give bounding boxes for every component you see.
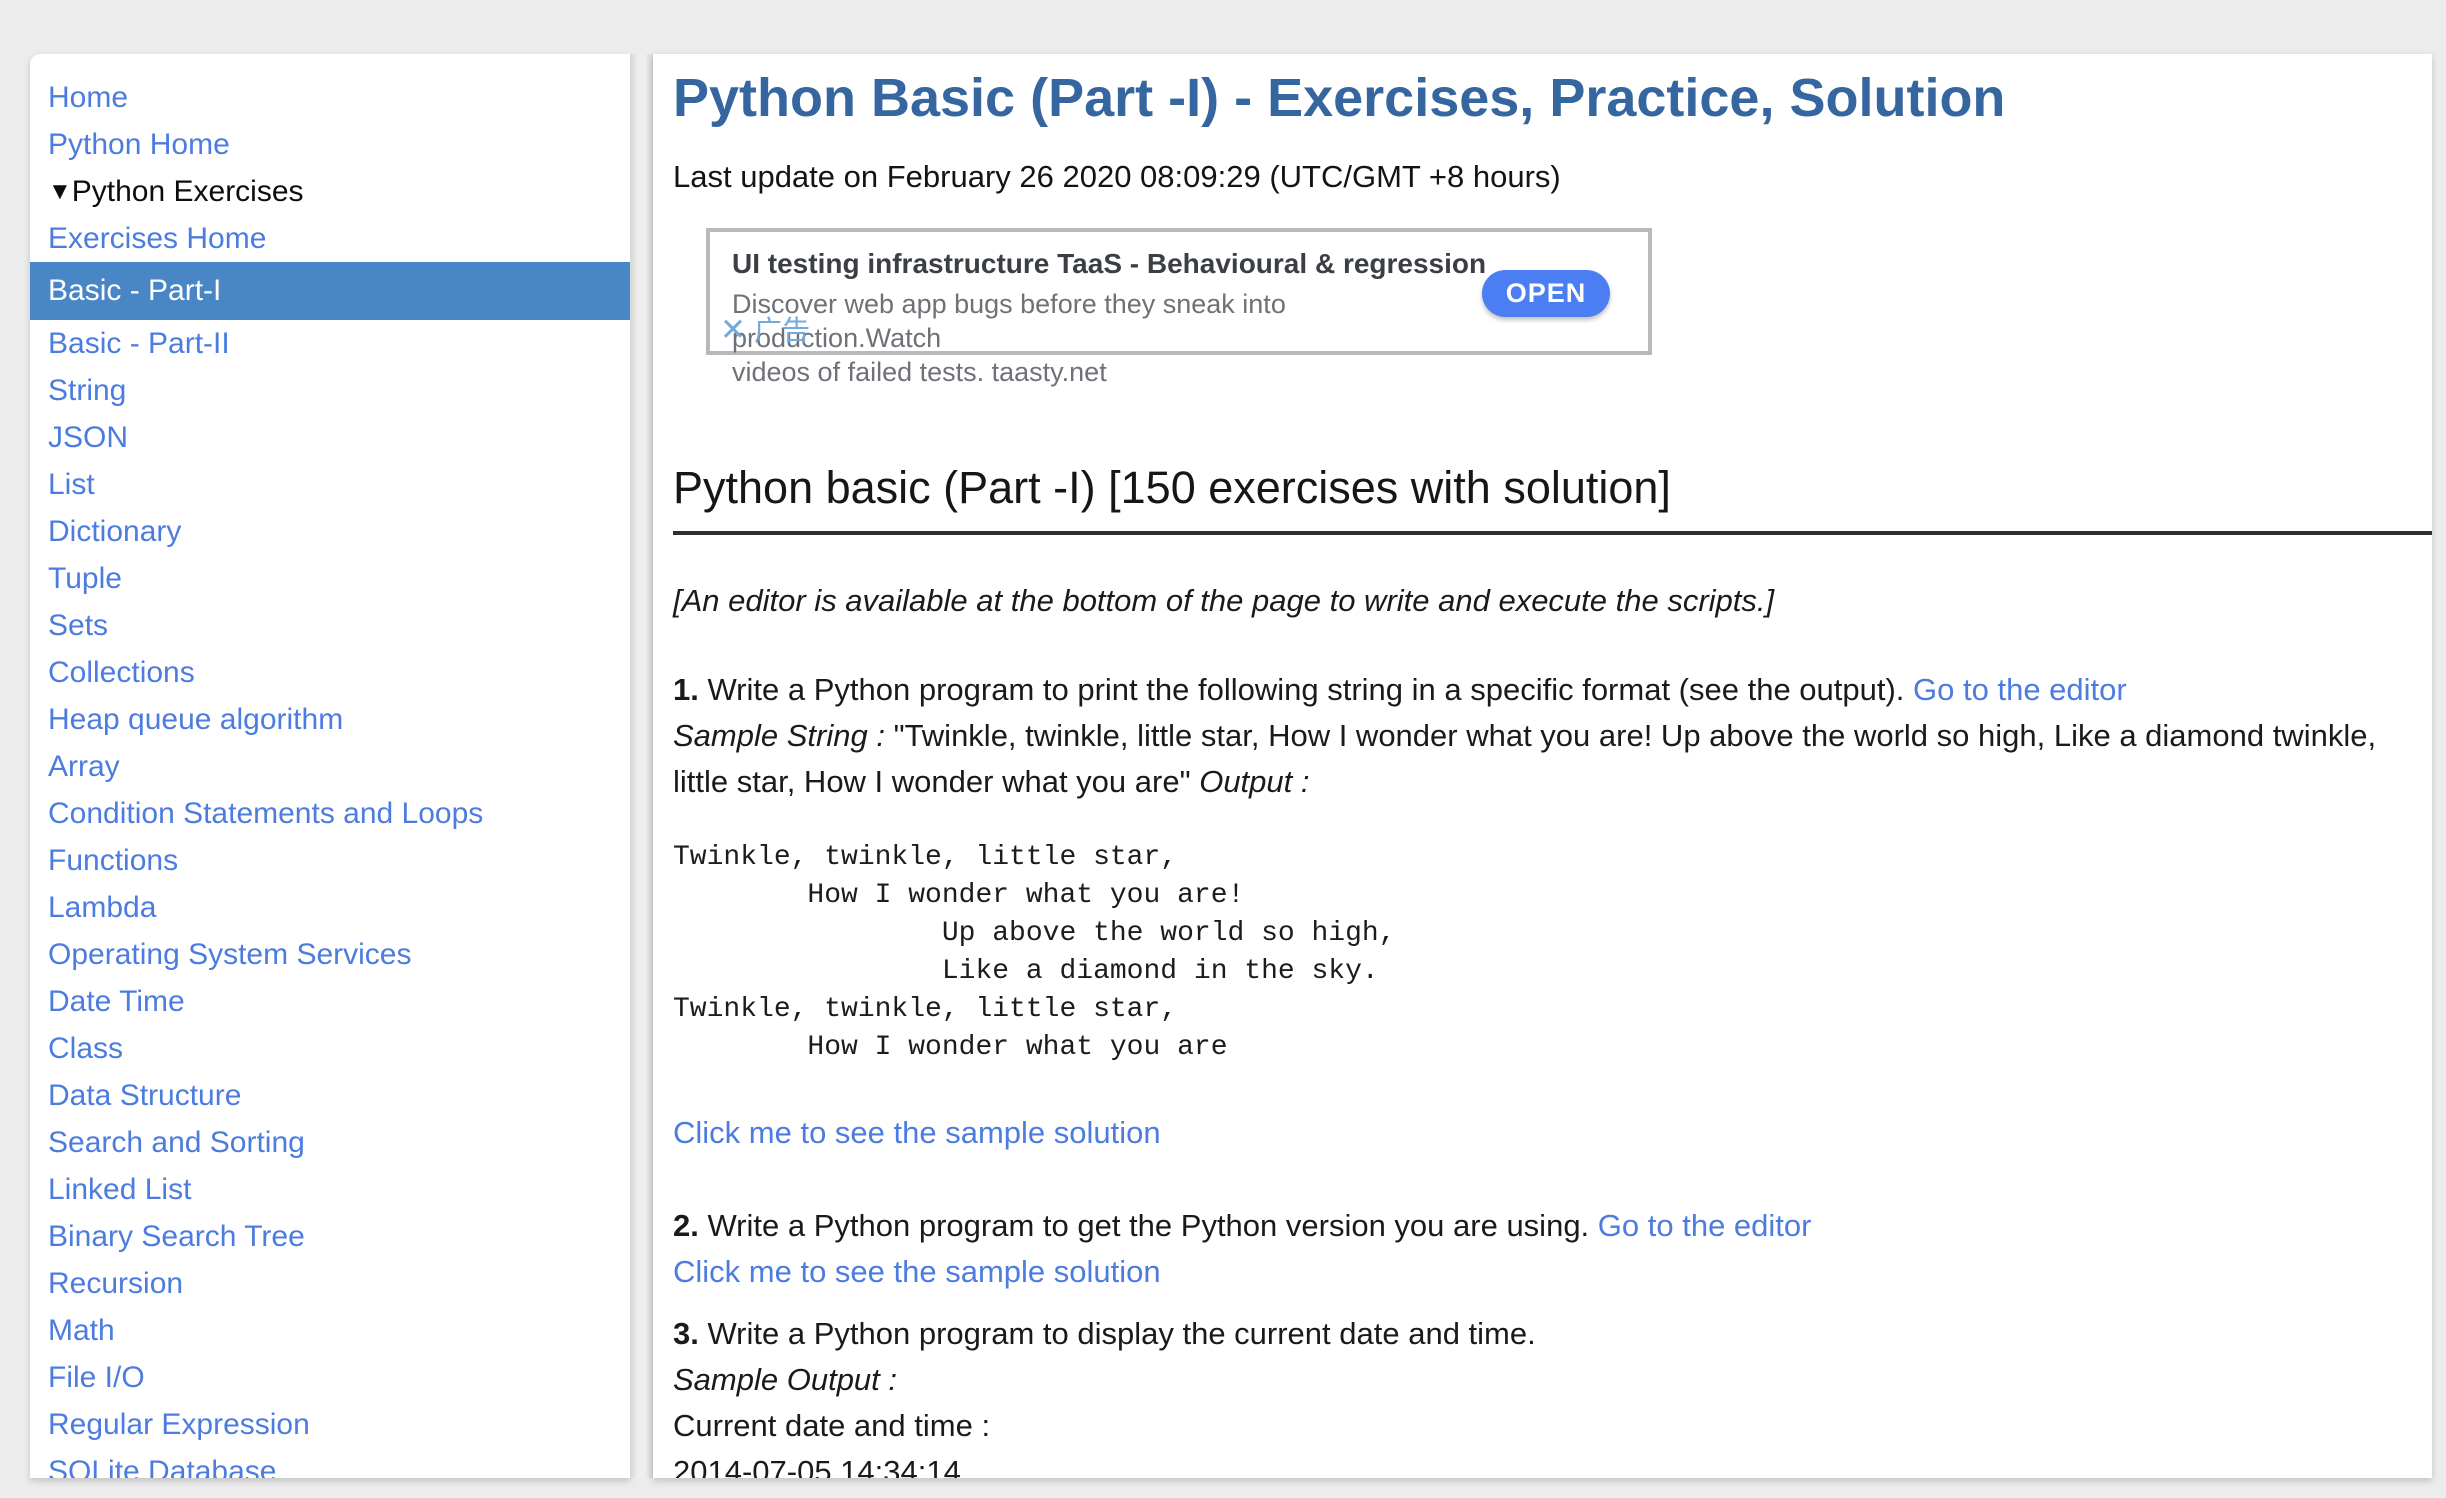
exercise-3-number: 3. xyxy=(673,1316,699,1351)
exercise-1-sample-label: Sample String : xyxy=(673,718,885,753)
sidebar-item-label: Python Exercises xyxy=(72,175,304,208)
collapse-arrow-icon: ▼ xyxy=(48,178,72,205)
sidebar-item-condition-statements-and-loops[interactable]: Condition Statements and Loops xyxy=(30,790,630,837)
ad-open-button[interactable]: OPEN xyxy=(1482,270,1610,317)
sidebar-item-label: File I/O xyxy=(48,1361,145,1394)
exercise-1-expected-output: Twinkle, twinkle, little star, How I won… xyxy=(673,839,2432,1067)
sidebar-item-heap-queue-algorithm[interactable]: Heap queue algorithm xyxy=(30,696,630,743)
sidebar-item-binary-search-tree[interactable]: Binary Search Tree xyxy=(30,1213,630,1260)
sidebar-item-label: Collections xyxy=(48,656,195,689)
sidebar-item-python-home[interactable]: Python Home xyxy=(30,121,630,168)
sidebar-item-label: Python Home xyxy=(48,128,230,161)
sidebar-item-collections[interactable]: Collections xyxy=(30,649,630,696)
sidebar-item-label: SQLite Database xyxy=(48,1455,276,1478)
sidebar-item-exercises-home[interactable]: Exercises Home xyxy=(30,215,630,262)
exercise-1-solution-row: Click me to see the sample solution xyxy=(673,1113,2432,1153)
sidebar-item-array[interactable]: Array xyxy=(30,743,630,790)
sidebar-item-label: Condition Statements and Loops xyxy=(48,797,483,830)
sidebar-item-label: Class xyxy=(48,1032,123,1065)
sidebar-section-python-exercises[interactable]: ▼Python Exercises xyxy=(30,168,630,215)
exercise-2-number: 2. xyxy=(673,1208,699,1243)
ad-badge[interactable]: ✕ 广告 xyxy=(720,309,810,349)
exercise-2-solution-link[interactable]: Click me to see the sample solution xyxy=(673,1254,1161,1289)
sidebar-item-recursion[interactable]: Recursion xyxy=(30,1260,630,1307)
sidebar-item-home[interactable]: Home xyxy=(30,74,630,121)
exercise-3-text: Write a Python program to display the cu… xyxy=(707,1316,1535,1351)
sidebar-item-sets[interactable]: Sets xyxy=(30,602,630,649)
sidebar-item-label: Binary Search Tree xyxy=(48,1220,305,1253)
exercise-1-sample-text: "Twinkle, twinkle, little star, How I wo… xyxy=(673,718,2376,799)
sidebar-item-date-time[interactable]: Date Time xyxy=(30,978,630,1025)
main-content: Python Basic (Part -I) - Exercises, Prac… xyxy=(653,54,2432,1478)
exercise-2-editor-link[interactable]: Go to the editor xyxy=(1598,1208,1812,1243)
exercise-1-text: Write a Python program to print the foll… xyxy=(707,672,1904,707)
sidebar-item-label: String xyxy=(48,374,126,407)
sidebar-item-dictionary[interactable]: Dictionary xyxy=(30,508,630,555)
sidebar-item-label: Date Time xyxy=(48,985,185,1018)
sidebar-item-lambda[interactable]: Lambda xyxy=(30,884,630,931)
sidebar-item-json[interactable]: JSON xyxy=(30,414,630,461)
exercise-2-text: Write a Python program to get the Python… xyxy=(707,1208,1589,1243)
sidebar-item-tuple[interactable]: Tuple xyxy=(30,555,630,602)
sidebar-item-math[interactable]: Math xyxy=(30,1307,630,1354)
sidebar-item-regular-expression[interactable]: Regular Expression xyxy=(30,1401,630,1448)
panel-divider xyxy=(630,54,653,1478)
sidebar-item-label: Operating System Services xyxy=(48,938,411,971)
exercise-1-output-label: Output : xyxy=(1199,764,1309,799)
sidebar-item-label: Recursion xyxy=(48,1267,183,1300)
exercise-1-editor-link[interactable]: Go to the editor xyxy=(1913,672,2127,707)
sidebar-item-data-structure[interactable]: Data Structure xyxy=(30,1072,630,1119)
exercise-3-output-line-2: 2014-07-05 14:34:14 xyxy=(673,1454,961,1478)
sidebar-item-label: Data Structure xyxy=(48,1079,241,1112)
sidebar-item-label: Regular Expression xyxy=(48,1408,310,1441)
sidebar: Home Python Home ▼Python Exercises Exerc… xyxy=(30,54,630,1478)
sidebar-item-label: Basic - Part-I xyxy=(48,274,221,307)
sidebar-item-label: Math xyxy=(48,1314,115,1347)
sidebar-item-operating-system-services[interactable]: Operating System Services xyxy=(30,931,630,978)
ad-close-icon[interactable]: ✕ xyxy=(720,312,746,347)
sidebar-item-file-i-o[interactable]: File I/O xyxy=(30,1354,630,1401)
sidebar-item-search-and-sorting[interactable]: Search and Sorting xyxy=(30,1119,630,1166)
sidebar-item-label: Tuple xyxy=(48,562,122,595)
section-heading: Python basic (Part -I) [150 exercises wi… xyxy=(673,463,2432,513)
exercise-1: 1. Write a Python program to print the f… xyxy=(673,667,2432,805)
sidebar-item-label: List xyxy=(48,468,95,501)
sidebar-item-sqlite-database[interactable]: SQLite Database xyxy=(30,1448,630,1478)
exercise-1-solution-link[interactable]: Click me to see the sample solution xyxy=(673,1115,1161,1150)
last-update-text: Last update on February 26 2020 08:09:29… xyxy=(673,158,2432,196)
sidebar-item-label: Lambda xyxy=(48,891,156,924)
sidebar-item-label: Linked List xyxy=(48,1173,191,1206)
exercise-3-output-line-1: Current date and time : xyxy=(673,1408,990,1443)
sidebar-list: Home Python Home ▼Python Exercises Exerc… xyxy=(30,54,630,1478)
sidebar-item-string[interactable]: String xyxy=(30,367,630,414)
sidebar-item-label: Sets xyxy=(48,609,108,642)
sidebar-item-class[interactable]: Class xyxy=(30,1025,630,1072)
sidebar-item-label: Search and Sorting xyxy=(48,1126,305,1159)
sidebar-item-label: Basic - Part-II xyxy=(48,327,230,360)
exercise-2: 2. Write a Python program to get the Pyt… xyxy=(673,1203,2432,1295)
exercise-1-number: 1. xyxy=(673,672,699,707)
page-title: Python Basic (Part -I) - Exercises, Prac… xyxy=(673,68,2432,128)
sidebar-item-list[interactable]: List xyxy=(30,461,630,508)
exercise-3: 3. Write a Python program to display the… xyxy=(673,1311,2432,1478)
sidebar-item-basic-part-i[interactable]: Basic - Part-I xyxy=(30,262,630,320)
sidebar-item-label: Exercises Home xyxy=(48,222,266,255)
ad-description[interactable]: Discover web app bugs before they sneak … xyxy=(732,287,1472,389)
sidebar-item-label: JSON xyxy=(48,421,128,454)
sidebar-item-label: Array xyxy=(48,750,120,783)
exercise-3-sample-output-label: Sample Output : xyxy=(673,1362,897,1397)
heading-rule xyxy=(673,531,2432,535)
sidebar-item-label: Home xyxy=(48,81,128,114)
sidebar-item-label: Dictionary xyxy=(48,515,181,548)
sidebar-item-functions[interactable]: Functions xyxy=(30,837,630,884)
editor-note: [An editor is available at the bottom of… xyxy=(673,581,2432,621)
sidebar-item-label: Functions xyxy=(48,844,178,877)
ad-banner[interactable]: UI testing infrastructure TaaS - Behavio… xyxy=(706,228,1652,355)
sidebar-item-label: Heap queue algorithm xyxy=(48,703,343,736)
ad-badge-label[interactable]: 广告 xyxy=(754,315,810,346)
sidebar-item-basic-part-ii[interactable]: Basic - Part-II xyxy=(30,320,630,367)
sidebar-item-linked-list[interactable]: Linked List xyxy=(30,1166,630,1213)
